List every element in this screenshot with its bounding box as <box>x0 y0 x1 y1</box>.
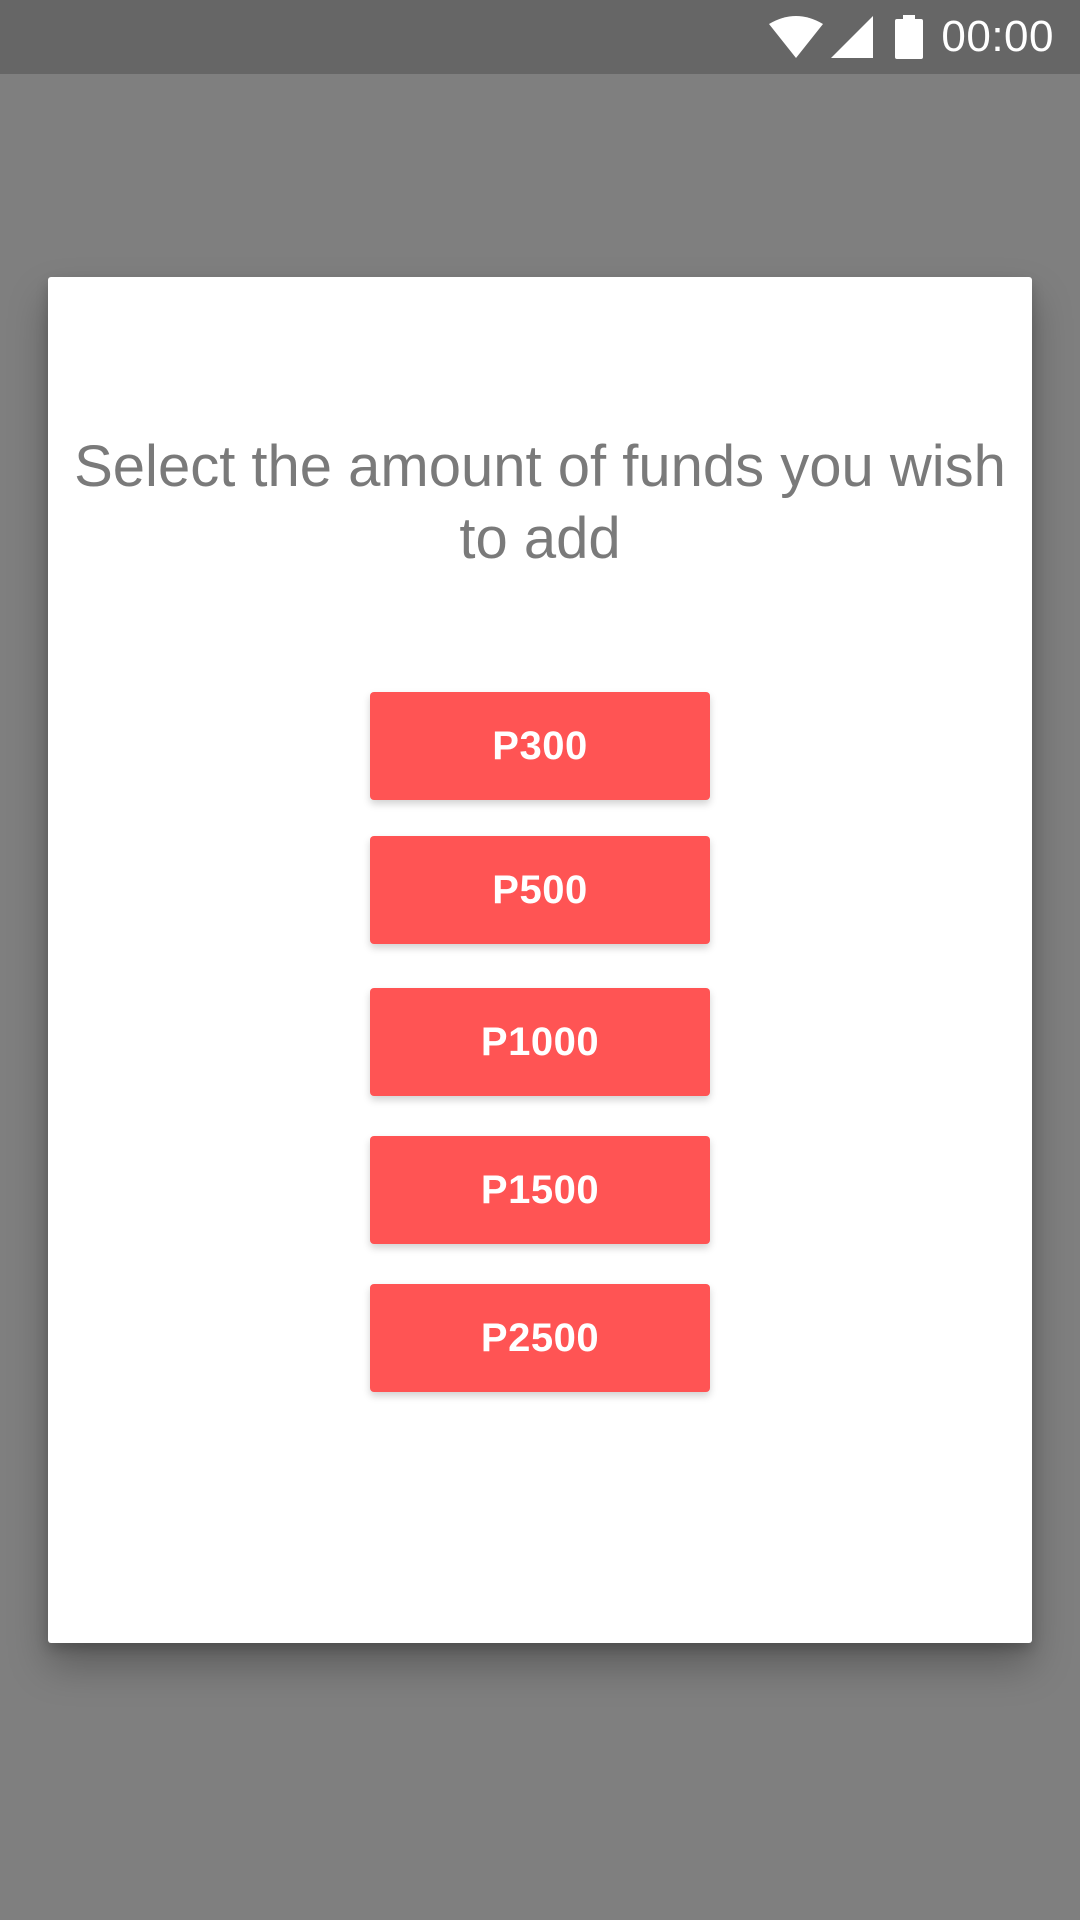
amount-button-p300[interactable]: P300 <box>370 692 710 800</box>
amount-button-p1000[interactable]: P1000 <box>370 988 710 1096</box>
amount-button-p2500[interactable]: P2500 <box>370 1284 710 1392</box>
status-icons: 00:00 <box>769 0 1054 74</box>
amount-button-p1500[interactable]: P1500 <box>370 1136 710 1244</box>
dialog-title: Select the amount of funds you wish to a… <box>74 434 1006 571</box>
status-bar: 00:00 <box>0 0 1080 74</box>
add-funds-dialog: Select the amount of funds you wish to a… <box>48 277 1032 1643</box>
status-time: 00:00 <box>941 12 1054 61</box>
amount-button-p500[interactable]: P500 <box>370 836 710 944</box>
cell-signal-icon <box>831 16 874 58</box>
wifi-icon <box>769 16 824 58</box>
battery-icon <box>895 15 924 59</box>
